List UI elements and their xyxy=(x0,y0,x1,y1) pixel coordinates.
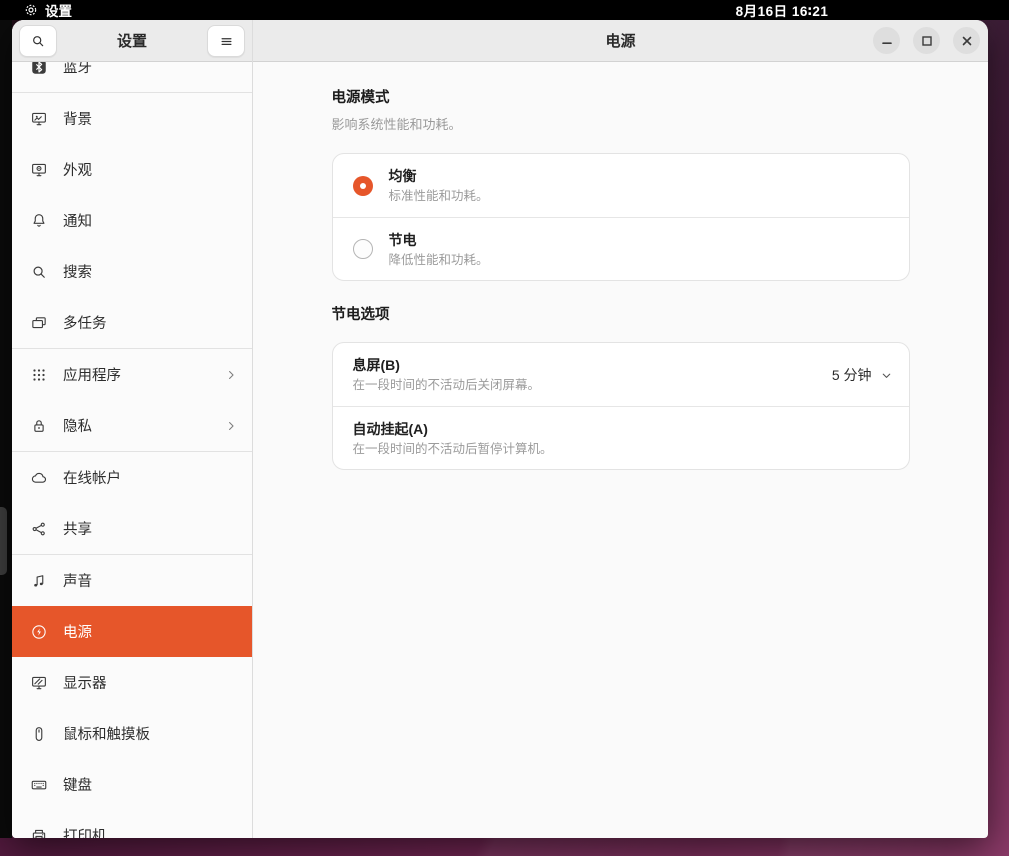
radio-button[interactable] xyxy=(353,176,373,196)
sound-icon xyxy=(30,572,48,590)
screen-blank-row[interactable]: 息屏(B) 在一段时间的不活动后关闭屏幕。 5 分钟 xyxy=(333,343,909,406)
maximize-button[interactable] xyxy=(913,27,940,54)
top-bar: 设置 8月16日 16∶21 xyxy=(0,0,1009,20)
sidebar-item-keyboard[interactable]: 键盘 xyxy=(12,759,252,810)
mouse-icon xyxy=(30,725,48,743)
desktop-left-strip xyxy=(0,20,12,838)
sidebar-item-label: 鼠标和触摸板 xyxy=(63,723,252,744)
sidebar-header: 设置 xyxy=(12,20,252,62)
power-mode-subtitle: 影响系统性能和功耗。 xyxy=(332,116,910,133)
mode-option-description: 降低性能和功耗。 xyxy=(389,252,893,268)
sidebar-item-label: 打印机 xyxy=(63,825,252,838)
desktop: 设置 8月16日 16∶21 设置 xyxy=(0,0,1009,856)
sidebar-item-bluetooth[interactable]: 蓝牙 xyxy=(12,62,252,92)
minimize-icon xyxy=(881,35,893,47)
notifications-icon xyxy=(30,212,48,230)
sidebar-item-label: 通知 xyxy=(63,210,252,231)
clock[interactable]: 8月16日 16∶21 xyxy=(722,0,842,20)
sidebar-item-label: 背景 xyxy=(63,108,252,129)
mode-option-label: 节电 xyxy=(389,231,893,249)
printer-icon xyxy=(30,827,48,839)
close-icon xyxy=(961,35,973,47)
keyboard-icon xyxy=(30,776,48,794)
topbar-app-indicator[interactable]: 设置 xyxy=(24,0,72,20)
chevron-right-icon xyxy=(224,368,238,382)
sidebar-item-apps[interactable]: 应用程序 xyxy=(12,349,252,400)
sidebar-item-label: 共享 xyxy=(63,518,252,539)
sidebar-item-label: 显示器 xyxy=(63,672,252,693)
screen-blank-value: 5 分钟 xyxy=(832,365,872,385)
sidebar-item-sound[interactable]: 声音 xyxy=(12,555,252,606)
sidebar-item-label: 多任务 xyxy=(63,312,252,333)
topbar-app-label: 设置 xyxy=(45,0,72,20)
auto-suspend-label: 自动挂起(A) xyxy=(353,420,893,438)
chevron-down-icon xyxy=(880,369,893,382)
power-mode-option-1[interactable]: 节电 降低性能和功耗。 xyxy=(333,217,909,280)
settings-window: 设置 蓝牙 背景 外观 通知 搜索 多任务 应用 xyxy=(12,20,988,838)
sidebar-item-label: 搜索 xyxy=(63,261,252,282)
power-saving-heading: 节电选项 xyxy=(332,306,910,324)
mode-option-description: 标准性能和功耗。 xyxy=(389,188,893,204)
bluetooth-icon xyxy=(30,62,48,76)
sidebar-item-label: 外观 xyxy=(63,159,252,180)
background-icon xyxy=(30,110,48,128)
radio-button[interactable] xyxy=(353,239,373,259)
power-mode-heading: 电源模式 xyxy=(332,89,910,107)
sidebar-item-background[interactable]: 背景 xyxy=(12,93,252,144)
sidebar-item-multitasking[interactable]: 多任务 xyxy=(12,297,252,348)
sidebar-item-notifications[interactable]: 通知 xyxy=(12,195,252,246)
power-icon xyxy=(30,623,48,641)
hamburger-menu-icon xyxy=(219,34,234,49)
screen-blank-dropdown[interactable]: 5 分钟 xyxy=(832,365,893,385)
online-accounts-icon xyxy=(30,469,48,487)
main-menu-button[interactable] xyxy=(207,25,245,57)
screen-blank-description: 在一段时间的不活动后关闭屏幕。 xyxy=(353,377,816,393)
chevron-right-icon xyxy=(224,419,238,433)
sidebar-item-label: 应用程序 xyxy=(63,364,209,385)
maximize-icon xyxy=(921,35,933,47)
appearance-icon xyxy=(30,161,48,179)
multitasking-icon xyxy=(30,314,48,332)
sidebar-item-mouse[interactable]: 鼠标和触摸板 xyxy=(12,708,252,759)
search-icon xyxy=(30,263,48,281)
mode-option-label: 均衡 xyxy=(389,167,893,185)
displays-icon xyxy=(30,674,48,692)
screen-blank-text: 息屏(B) 在一段时间的不活动后关闭屏幕。 xyxy=(353,356,816,393)
sidebar-item-label: 在线帐户 xyxy=(63,467,252,488)
power-mode-option-0[interactable]: 均衡 标准性能和功耗。 xyxy=(333,154,909,217)
power-settings-content: 电源模式 影响系统性能和功耗。 均衡 标准性能和功耗。 节电 降低性能和功耗。 … xyxy=(253,62,988,838)
sidebar-item-search[interactable]: 搜索 xyxy=(12,246,252,297)
auto-suspend-text: 自动挂起(A) 在一段时间的不活动后暂停计算机。 xyxy=(353,420,893,457)
sidebar-item-privacy[interactable]: 隐私 xyxy=(12,400,252,451)
main-panel: 电源 电源模式 xyxy=(253,20,988,838)
screen-blank-label: 息屏(B) xyxy=(353,356,816,374)
privacy-icon xyxy=(30,417,48,435)
main-header: 电源 xyxy=(253,20,988,62)
screen-edge-handle xyxy=(0,507,7,575)
auto-suspend-description: 在一段时间的不活动后暂停计算机。 xyxy=(353,441,893,457)
close-button[interactable] xyxy=(953,27,980,54)
sidebar-item-sharing[interactable]: 共享 xyxy=(12,503,252,554)
sidebar-item-label: 声音 xyxy=(63,570,252,591)
apps-icon xyxy=(30,366,48,384)
search-button[interactable] xyxy=(19,25,57,57)
sidebar-item-label: 蓝牙 xyxy=(63,62,252,77)
sidebar-item-label: 键盘 xyxy=(63,774,252,795)
sidebar-item-printer[interactable]: 打印机 xyxy=(12,810,252,838)
sidebar-item-label: 电源 xyxy=(63,621,252,642)
auto-suspend-row[interactable]: 自动挂起(A) 在一段时间的不活动后暂停计算机。 xyxy=(333,406,909,469)
sharing-icon xyxy=(30,520,48,538)
power-mode-card: 均衡 标准性能和功耗。 节电 降低性能和功耗。 xyxy=(332,153,910,281)
power-saving-card: 息屏(B) 在一段时间的不活动后关闭屏幕。 5 分钟 xyxy=(332,342,910,470)
sidebar-item-online-accounts[interactable]: 在线帐户 xyxy=(12,452,252,503)
sidebar-item-power[interactable]: 电源 xyxy=(12,606,252,657)
minimize-button[interactable] xyxy=(873,27,900,54)
settings-gear-icon xyxy=(24,3,38,17)
sidebar-list: 蓝牙 背景 外观 通知 搜索 多任务 应用程序 隐私 在线帐户 共享 声音 电源… xyxy=(12,62,252,838)
search-icon xyxy=(30,33,46,49)
sidebar-item-appearance[interactable]: 外观 xyxy=(12,144,252,195)
sidebar-item-displays[interactable]: 显示器 xyxy=(12,657,252,708)
sidebar: 设置 蓝牙 背景 外观 通知 搜索 多任务 应用 xyxy=(12,20,253,838)
sidebar-item-label: 隐私 xyxy=(63,415,209,436)
